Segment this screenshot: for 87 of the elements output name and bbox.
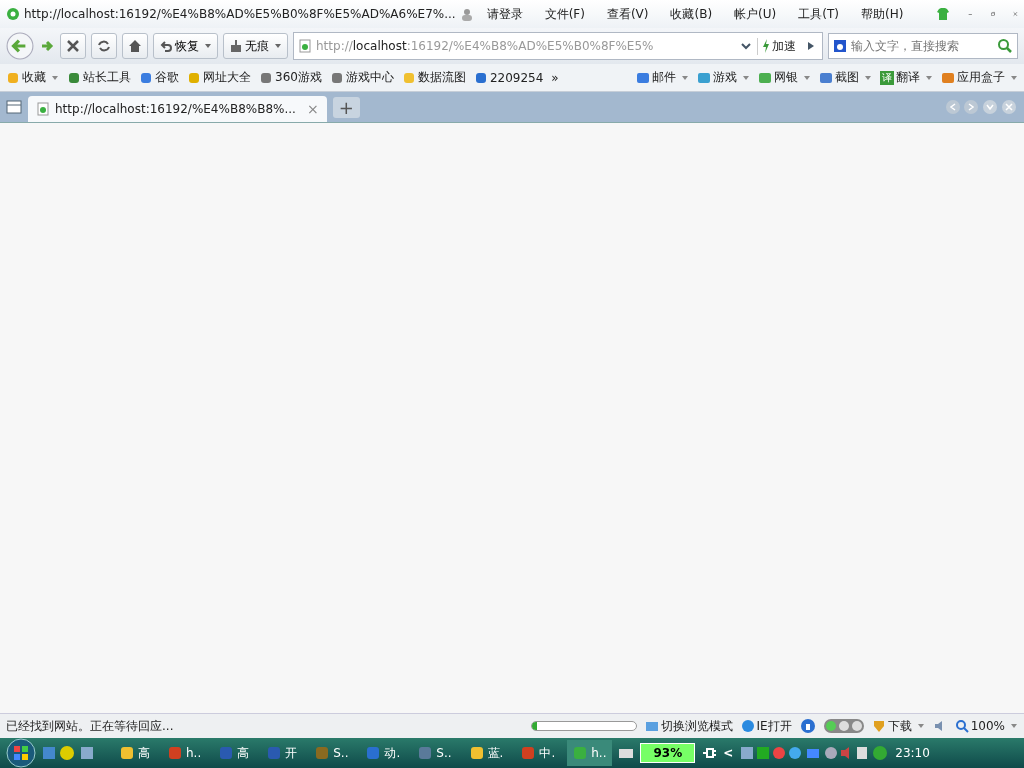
taskbar-button[interactable]: 蓝.	[463, 740, 510, 766]
bookmark-item[interactable]: 网址大全	[187, 69, 251, 86]
undo-arrow-icon	[159, 39, 173, 53]
bookmark-item[interactable]: 站长工具	[67, 69, 131, 86]
tab-controls-icon[interactable]	[944, 98, 1018, 116]
new-tab-button[interactable]: +	[332, 96, 360, 118]
bookmark-item[interactable]: 收藏	[6, 69, 59, 86]
clock: 23:10	[895, 746, 930, 760]
bookmark-item[interactable]: 游戏中心	[329, 69, 394, 86]
bookmark-item[interactable]: 2209254	[473, 70, 544, 85]
shirt-icon[interactable]	[936, 7, 951, 21]
caret-icon	[1010, 73, 1018, 82]
caret-icon	[916, 722, 925, 730]
taskbar-button[interactable]: S..	[412, 740, 458, 766]
speedup-button[interactable]: 加速	[757, 37, 800, 55]
quick-launch-icon[interactable]	[42, 745, 96, 761]
browser-tab[interactable]: http://localhost:16192/%E4%B8%B8%... ×	[28, 96, 327, 122]
caret-icon	[803, 73, 811, 82]
refresh-icon	[97, 39, 111, 53]
menu-item[interactable]: 收藏(B)	[661, 5, 722, 23]
download-button[interactable]: 下载	[871, 717, 925, 735]
more-chevron[interactable]: »	[551, 70, 559, 85]
caret-icon	[864, 73, 872, 82]
start-button-icon[interactable]	[6, 738, 36, 768]
tray-icons[interactable]	[739, 745, 890, 761]
home-icon	[128, 39, 142, 53]
caret-icon	[204, 42, 212, 50]
toolbar-item[interactable]: 截图	[819, 69, 872, 86]
broom-icon	[229, 39, 243, 53]
caret-icon	[51, 73, 59, 82]
bookmark-item[interactable]: 谷歌	[139, 69, 179, 86]
translate-icon: 译	[880, 70, 894, 85]
taskbar-button[interactable]: S..	[309, 740, 355, 766]
forward-arrow-icon[interactable]	[39, 38, 55, 54]
toolbar-item[interactable]: 应用盒子	[941, 69, 1018, 86]
switch-mode-button[interactable]: 切换浏览模式	[644, 717, 733, 735]
browser-logo-icon	[6, 7, 20, 21]
tab-title: http://localhost:16192/%E4%B8%B8%...	[55, 102, 296, 116]
caret-icon	[742, 73, 750, 82]
taskbar-button[interactable]: 动.	[360, 740, 407, 766]
taskbar-button[interactable]: 中.	[515, 740, 562, 766]
home-button[interactable]	[122, 33, 148, 59]
status-message: 已经找到网站。正在等待回应...	[6, 717, 174, 735]
taskbar-button[interactable]: 高	[114, 740, 156, 766]
taskbar-button[interactable]: h..	[567, 740, 613, 766]
tab-close-button[interactable]: ×	[306, 101, 319, 117]
stop-button[interactable]	[60, 33, 86, 59]
ie-open-button[interactable]: IE打开	[740, 717, 792, 735]
caret-icon	[681, 73, 689, 82]
bookmark-item[interactable]: 360游戏	[259, 69, 322, 86]
incognito-button[interactable]: 无痕	[223, 33, 288, 59]
tray-expand-button[interactable]: <	[723, 746, 734, 760]
user-icon	[459, 7, 474, 21]
search-icon[interactable]	[997, 38, 1013, 54]
menu-item[interactable]: 帐户(U)	[725, 5, 786, 23]
taskbar-button[interactable]: 高	[213, 740, 256, 766]
magnifier-icon	[954, 719, 969, 733]
refresh-button[interactable]	[91, 33, 117, 59]
bookmark-item[interactable]: 数据流图	[401, 69, 466, 86]
caret-icon	[925, 73, 933, 82]
shield-icon	[871, 719, 886, 733]
menu-item[interactable]: 查看(V)	[597, 5, 658, 23]
taskbar-button[interactable]: h..	[162, 740, 208, 766]
toolbar-item[interactable]: 网银	[758, 69, 811, 86]
menu-item[interactable]: 帮助(H)	[851, 5, 913, 23]
toolbar-item[interactable]: 邮件	[636, 69, 689, 86]
menu-item[interactable]: 工具(T)	[789, 5, 848, 23]
caret-icon	[274, 42, 282, 50]
login-link[interactable]: 请登录	[477, 5, 532, 23]
power-plug-icon	[701, 745, 718, 761]
search-field[interactable]: 输入文字，直接搜索	[828, 33, 1018, 59]
traffic-light-icon[interactable]	[823, 719, 864, 733]
caret-icon	[1010, 722, 1018, 730]
toolbar-item[interactable]: 游戏	[697, 69, 750, 86]
address-text: http://localhost:16192/%E4%B8%AD%E5%B0%8F%E5%	[316, 39, 655, 53]
toolbar-item[interactable]: 译 翻译	[880, 69, 933, 86]
lightning-icon	[762, 39, 770, 53]
close-icon	[66, 39, 80, 53]
taskbar-button[interactable]: 开	[261, 740, 304, 766]
address-field[interactable]: http://localhost:16192/%E4%B8%AD%E5%B0%8F%E5% 加速	[293, 32, 823, 60]
restore-button[interactable]: 恢复	[153, 33, 218, 59]
sidebar-toggle-icon[interactable]	[6, 99, 22, 115]
menu-item[interactable]: 文件(F)	[535, 5, 594, 23]
first-aid-icon[interactable]	[799, 718, 816, 734]
window-title: http://localhost:16192/%E4%B8%AD%E5%B0%8F%E5%AD%A6%E7%...	[24, 7, 456, 21]
zoom-button[interactable]: 100%	[954, 719, 1018, 733]
battery-indicator: 93%	[640, 743, 696, 763]
